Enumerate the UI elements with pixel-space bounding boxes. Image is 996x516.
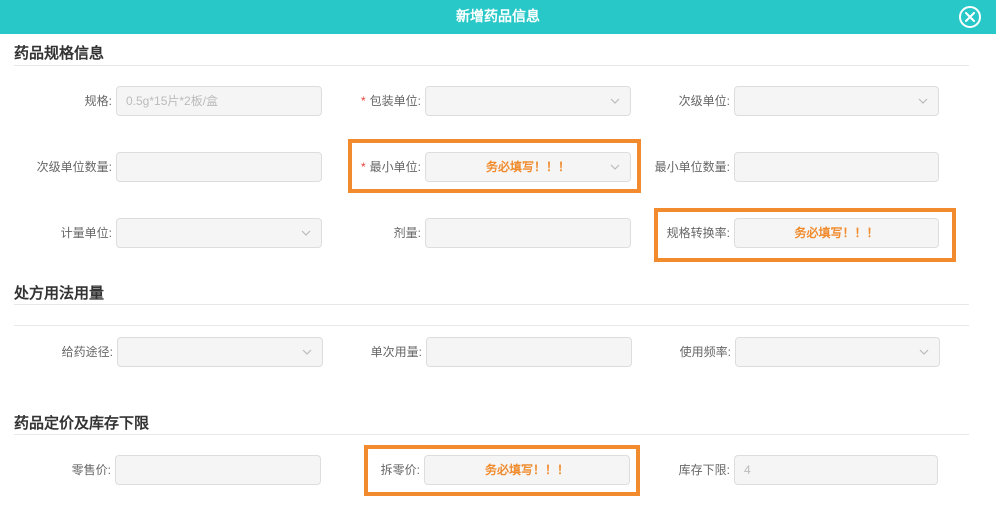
secondary-unit-qty-input[interactable] [116, 152, 322, 182]
stock-floor-placeholder: 4 [744, 463, 751, 477]
conversion-rate-label: 规格转换率: [666, 226, 730, 240]
dialog-header: 新增药品信息 [0, 0, 996, 34]
route-select[interactable] [117, 337, 323, 367]
section-divider [14, 65, 969, 66]
spec-label: 规格: [84, 94, 112, 108]
chevron-down-icon [302, 349, 312, 355]
frequency-label: 使用频率: [679, 345, 731, 359]
secondary-unit-select[interactable] [734, 86, 939, 116]
conversion-rate-input[interactable]: 务必填写！！！ [734, 218, 939, 248]
dosage-input[interactable] [425, 218, 631, 248]
dosage-label: 剂量: [393, 226, 421, 240]
required-mark: * [360, 94, 366, 108]
measure-unit-label: 计量单位: [60, 226, 112, 240]
chevron-down-icon [610, 98, 620, 104]
split-price-label: 拆零价: [380, 463, 420, 477]
single-dose-label: 单次用量: [370, 345, 422, 359]
retail-price-label: 零售价: [71, 463, 111, 477]
section-title-price: 药品定价及库存下限 [14, 415, 150, 432]
min-unit-hint: 务必填写！！！ [485, 160, 570, 174]
conversion-rate-hint: 务必填写！！！ [794, 226, 879, 240]
package-unit-label: * 包装单位: [360, 94, 421, 108]
section-title-usage: 处方用法用量 [14, 285, 105, 302]
package-unit-select[interactable] [425, 86, 631, 116]
dialog-title: 新增药品信息 [456, 8, 540, 24]
min-unit-label: * 最小单位: [360, 160, 421, 174]
stock-floor-input[interactable]: 4 [734, 455, 938, 485]
split-price-input[interactable]: 务必填写！！！ [424, 455, 630, 485]
single-dose-input[interactable] [426, 337, 632, 367]
split-price-hint: 务必填写！！！ [484, 463, 569, 477]
section-divider [14, 434, 969, 435]
chevron-down-icon [918, 98, 928, 104]
min-unit-qty-input[interactable] [734, 152, 939, 182]
retail-price-input[interactable] [115, 455, 321, 485]
section-title-spec: 药品规格信息 [14, 45, 105, 62]
close-icon[interactable] [959, 6, 981, 28]
section-divider [14, 304, 969, 305]
spec-placeholder: 0.5g*15片*2板/盒 [126, 94, 219, 108]
frequency-select[interactable] [735, 337, 940, 367]
chevron-down-icon [610, 164, 620, 170]
route-label: 给药途径: [61, 345, 113, 359]
min-unit-select[interactable]: 务必填写！！！ [425, 152, 631, 182]
spec-input[interactable]: 0.5g*15片*2板/盒 [116, 86, 322, 116]
chevron-down-icon [919, 349, 929, 355]
chevron-down-icon [301, 230, 311, 236]
measure-unit-select[interactable] [116, 218, 322, 248]
stock-floor-label: 库存下限: [678, 463, 730, 477]
secondary-unit-qty-label: 次级单位数量: [36, 160, 112, 174]
section-divider [14, 325, 969, 326]
required-mark: * [360, 160, 366, 174]
secondary-unit-label: 次级单位: [678, 94, 730, 108]
min-unit-qty-label: 最小单位数量: [654, 160, 730, 174]
